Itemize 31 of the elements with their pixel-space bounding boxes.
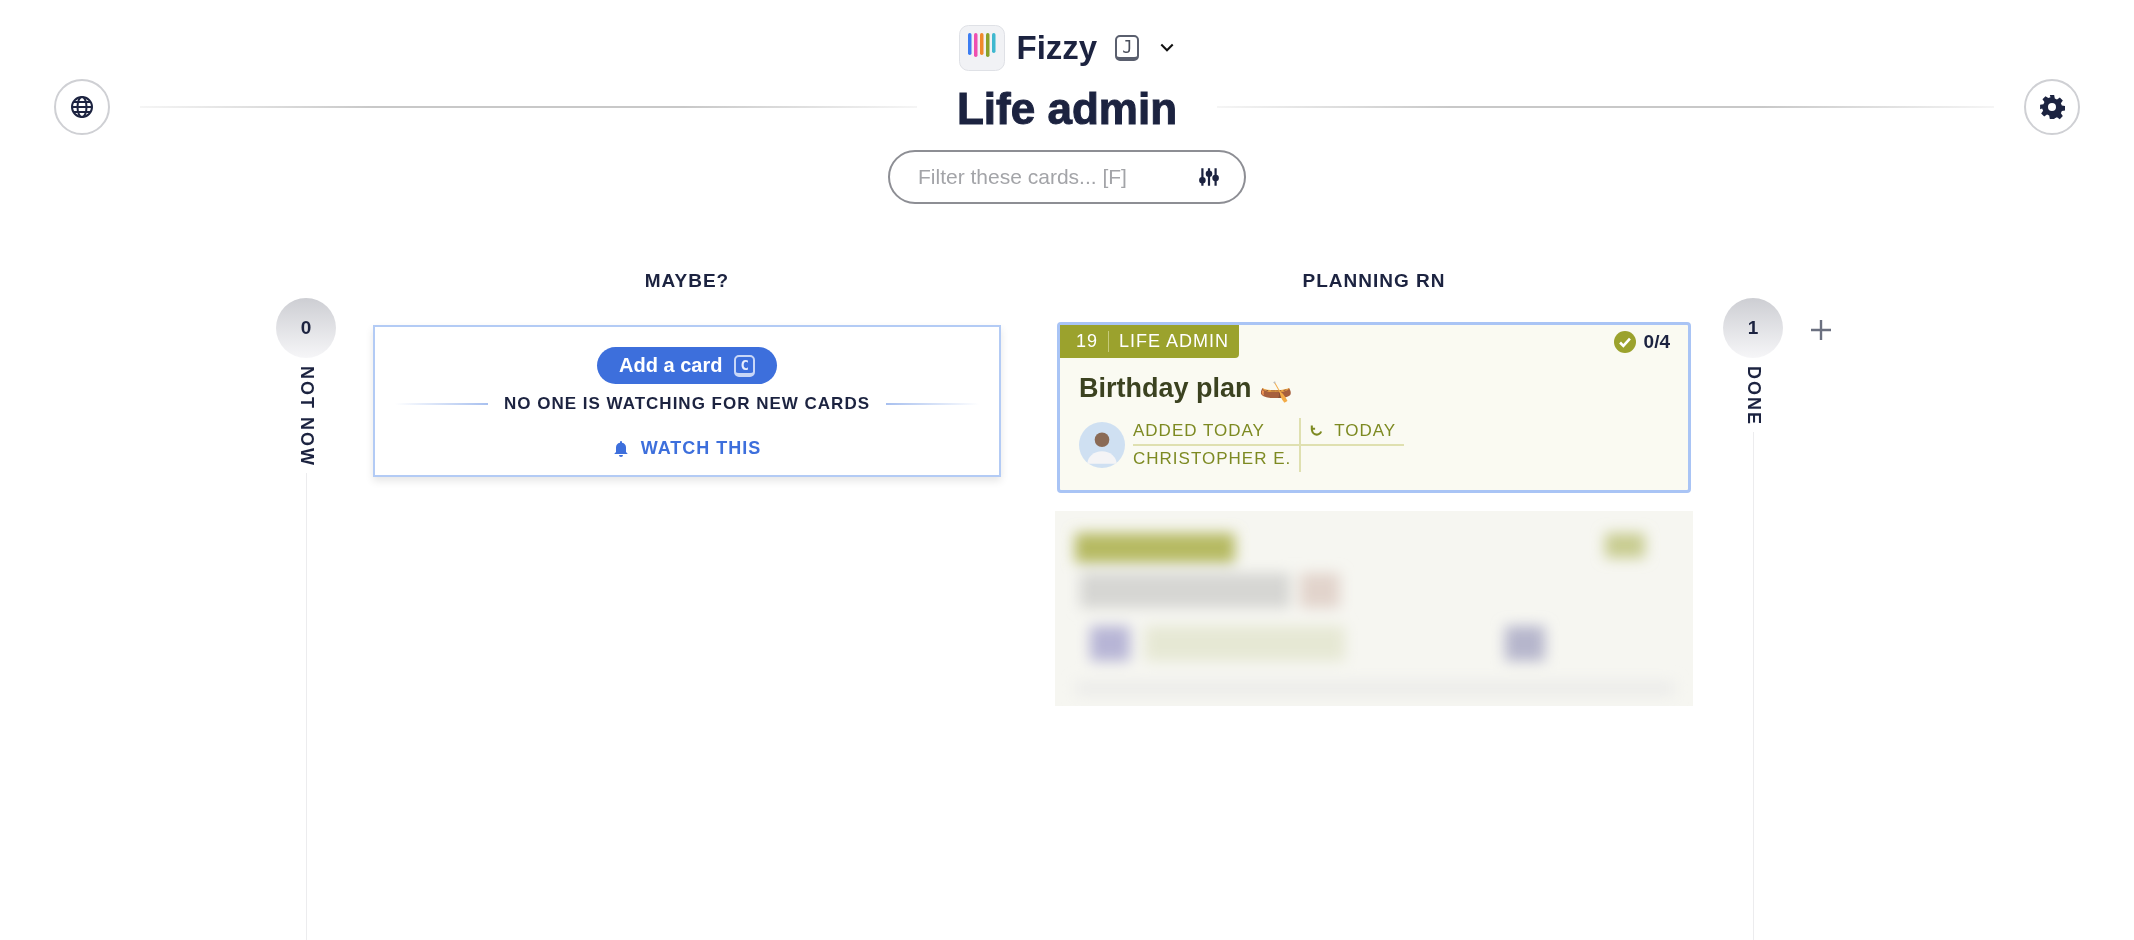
column-name[interactable]: DONE bbox=[1742, 366, 1764, 426]
card-tag: 19 LIFE ADMIN bbox=[1060, 325, 1240, 358]
add-column-icon[interactable] bbox=[1809, 318, 1833, 342]
due-date: TODAY bbox=[1299, 418, 1405, 446]
card[interactable]: 19 LIFE ADMIN 0/4 Birthday plan 🛶 ADDED TODAY TODAY CHRISTOPHER E. bbox=[1057, 322, 1691, 493]
column-name[interactable]: NOT NOW bbox=[295, 366, 317, 467]
settings-icon bbox=[2039, 94, 2065, 120]
add-card-button[interactable]: Add a card C bbox=[597, 347, 777, 384]
filter-field[interactable]: Filter these cards... [F] bbox=[888, 150, 1246, 204]
globe-icon bbox=[70, 95, 94, 119]
watch-notice: NO ONE IS WATCHING FOR NEW CARDS bbox=[504, 394, 870, 414]
steps-count: 0/4 bbox=[1643, 330, 1670, 353]
settings-button[interactable] bbox=[2024, 79, 2080, 135]
app-name: Fizzy bbox=[1016, 29, 1098, 67]
column-name: MAYBE? bbox=[643, 270, 731, 293]
chevron-down-icon[interactable] bbox=[1159, 42, 1176, 54]
board-title: Life admin bbox=[957, 84, 1177, 134]
added-date: ADDED TODAY bbox=[1133, 418, 1300, 446]
column-name: PLANNING RN bbox=[1301, 270, 1447, 293]
card-title: Birthday plan 🛶 bbox=[1079, 372, 1295, 404]
column-count[interactable]: 0 bbox=[276, 298, 336, 358]
shortcut-key: J bbox=[1115, 35, 1140, 61]
language-button[interactable] bbox=[54, 79, 110, 135]
app-logo-icon bbox=[958, 25, 1005, 71]
avatar bbox=[1079, 422, 1125, 468]
card-author: CHRISTOPHER E. bbox=[1133, 448, 1293, 470]
sliders-icon[interactable] bbox=[1198, 166, 1220, 188]
check-icon bbox=[1613, 330, 1636, 353]
column-count[interactable]: 1 bbox=[1723, 298, 1783, 358]
watch-link[interactable]: WATCH THIS bbox=[612, 438, 762, 459]
bell-icon bbox=[612, 439, 629, 458]
